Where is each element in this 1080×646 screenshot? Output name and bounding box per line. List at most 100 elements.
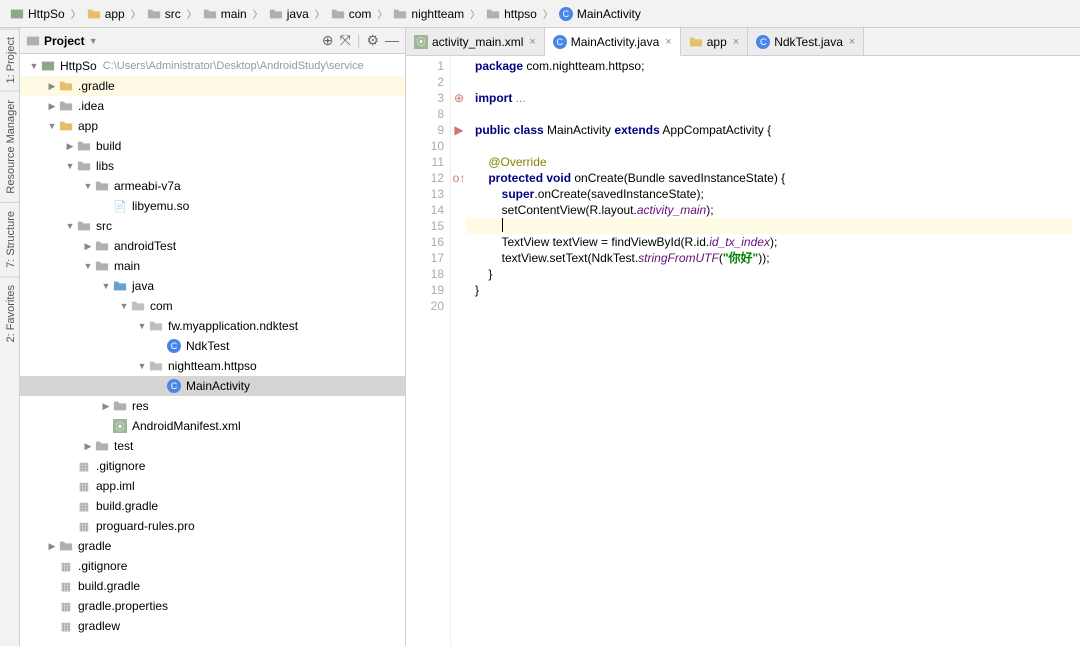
code-line[interactable]: import ... <box>475 90 1080 106</box>
tree-node[interactable]: 📄libyemu.so <box>20 196 405 216</box>
breadcrumb-item[interactable]: CMainActivity <box>555 7 645 21</box>
expand-arrow-icon[interactable]: ▶ <box>82 241 94 252</box>
minimize-icon[interactable]: — <box>385 32 399 49</box>
line-number: 11 <box>406 154 444 170</box>
code-line[interactable]: } <box>475 282 1080 298</box>
gutter-mark <box>451 282 467 298</box>
code-line[interactable]: @Override <box>475 154 1080 170</box>
tree-node[interactable]: ▼app <box>20 116 405 136</box>
tree-node[interactable]: CMainActivity <box>20 376 405 396</box>
tree-node[interactable]: ▦proguard-rules.pro <box>20 516 405 536</box>
code-line[interactable] <box>475 106 1080 122</box>
tree-node[interactable]: ▼src <box>20 216 405 236</box>
expand-arrow-icon[interactable]: ▼ <box>46 121 58 131</box>
code-line[interactable]: package com.nightteam.httpso; <box>475 58 1080 74</box>
tree-node[interactable]: ▶androidTest <box>20 236 405 256</box>
expand-arrow-icon[interactable]: ▶ <box>64 141 76 152</box>
code-line[interactable]: setContentView(R.layout.activity_main); <box>475 202 1080 218</box>
code-line[interactable]: super.onCreate(savedInstanceState); <box>475 186 1080 202</box>
expand-arrow-icon[interactable]: ▼ <box>136 361 148 371</box>
tree-node[interactable]: ▦build.gradle <box>20 576 405 596</box>
expand-arrow-icon[interactable]: ▼ <box>64 161 76 171</box>
folder-icon <box>76 138 92 154</box>
tool-window-tab[interactable]: 1: Project <box>0 28 19 91</box>
tree-node[interactable]: ▼HttpSoC:\Users\Administrator\Desktop\An… <box>20 56 405 76</box>
close-icon[interactable]: × <box>665 36 671 48</box>
line-number: 16 <box>406 234 444 250</box>
settings-icon[interactable]: ⚙ <box>366 32 379 49</box>
tree-node[interactable]: ▦.gitignore <box>20 456 405 476</box>
tree-node[interactable]: CNdkTest <box>20 336 405 356</box>
tree-node[interactable]: ▦app.iml <box>20 476 405 496</box>
editor-tab[interactable]: ⦿activity_main.xml× <box>406 28 545 55</box>
gutter-mark <box>451 234 467 250</box>
line-number: 1 <box>406 58 444 74</box>
expand-arrow-icon[interactable]: ▶ <box>46 101 58 112</box>
breadcrumb-item[interactable]: app <box>83 7 129 21</box>
tree-node[interactable]: ▶ gradle <box>20 536 405 556</box>
tree-node[interactable]: ▶build <box>20 136 405 156</box>
breadcrumb-item[interactable]: java <box>265 7 313 21</box>
file-g-icon: ▦ <box>76 498 92 514</box>
code-line[interactable]: TextView textView = findViewById(R.id.id… <box>475 234 1080 250</box>
tool-window-tab[interactable]: Resource Manager <box>0 91 19 202</box>
code-line[interactable]: public class MainActivity extends AppCom… <box>475 122 1080 138</box>
tree-node[interactable]: ▼com <box>20 296 405 316</box>
editor-tab[interactable]: app× <box>681 28 748 55</box>
close-icon[interactable]: × <box>529 36 535 48</box>
tree-node[interactable]: ▼armeabi-v7a <box>20 176 405 196</box>
code-line[interactable]: textView.setText(NdkTest.stringFromUTF("… <box>475 250 1080 266</box>
tree-node[interactable]: ▼java <box>20 276 405 296</box>
code-content[interactable]: package com.nightteam.httpso; import ... p… <box>467 56 1080 646</box>
tree-node[interactable]: ▶res <box>20 396 405 416</box>
collapse-icon[interactable]: ⤧ <box>340 32 351 49</box>
tree-node[interactable]: ▦gradlew <box>20 616 405 636</box>
breadcrumb-item[interactable]: src <box>143 7 185 21</box>
tree-label: gradle <box>78 539 111 553</box>
code-line[interactable] <box>467 218 1072 234</box>
tree-node[interactable]: ⦿AndroidManifest.xml <box>20 416 405 436</box>
tree-node[interactable]: ▦build.gradle <box>20 496 405 516</box>
tree-node[interactable]: ▶test <box>20 436 405 456</box>
expand-arrow-icon[interactable]: ▶ <box>46 81 58 92</box>
code-line[interactable] <box>475 298 1080 314</box>
expand-arrow-icon[interactable]: ▶ <box>46 541 58 552</box>
tree-node[interactable]: ▼fw.myapplication.ndktest <box>20 316 405 336</box>
tree-node[interactable]: ▶.idea <box>20 96 405 116</box>
expand-arrow-icon[interactable]: ▼ <box>64 221 76 231</box>
expand-arrow-icon[interactable]: ▼ <box>82 181 94 191</box>
breadcrumb-item[interactable]: nightteam <box>389 7 468 21</box>
expand-arrow-icon[interactable]: ▼ <box>118 301 130 311</box>
expand-arrow-icon[interactable]: ▼ <box>82 261 94 271</box>
close-icon[interactable]: × <box>849 36 855 48</box>
tree-node[interactable]: ▶.gradle <box>20 76 405 96</box>
tree-node[interactable]: ▼main <box>20 256 405 276</box>
close-icon[interactable]: × <box>733 36 739 48</box>
breadcrumb-item[interactable]: HttpSo <box>6 7 69 21</box>
locate-icon[interactable]: ⊕ <box>322 32 334 49</box>
code-line[interactable]: } <box>475 266 1080 282</box>
tool-window-tab[interactable]: 7: Structure <box>0 202 19 276</box>
expand-arrow-icon[interactable]: ▶ <box>82 441 94 452</box>
code-line[interactable] <box>475 138 1080 154</box>
breadcrumb-item[interactable]: httpso <box>482 7 541 21</box>
project-view-selector[interactable]: Project ▼ <box>26 34 322 48</box>
editor-tab[interactable]: CNdkTest.java× <box>748 28 864 55</box>
folder-icon <box>94 438 110 454</box>
code-editor[interactable]: 123891011121314151617181920 ⊕▶o↑ package… <box>406 56 1080 646</box>
tool-window-tab[interactable]: 2: Favorites <box>0 276 19 350</box>
tree-node[interactable]: ▦.gitignore <box>20 556 405 576</box>
expand-arrow-icon[interactable]: ▼ <box>136 321 148 331</box>
tree-node[interactable]: ▼libs <box>20 156 405 176</box>
code-line[interactable] <box>475 74 1080 90</box>
editor-tab[interactable]: CMainActivity.java× <box>545 28 681 56</box>
tree-node[interactable]: ▼nightteam.httpso <box>20 356 405 376</box>
expand-arrow-icon[interactable]: ▶ <box>100 401 112 412</box>
breadcrumb-item[interactable]: main <box>199 7 251 21</box>
project-tree[interactable]: ▼HttpSoC:\Users\Administrator\Desktop\An… <box>20 54 405 646</box>
tree-node[interactable]: ▦gradle.properties <box>20 596 405 616</box>
code-line[interactable]: protected void onCreate(Bundle savedInst… <box>475 170 1080 186</box>
expand-arrow-icon[interactable]: ▼ <box>100 281 112 291</box>
breadcrumb-item[interactable]: com <box>327 7 376 21</box>
expand-arrow-icon[interactable]: ▼ <box>28 61 40 71</box>
